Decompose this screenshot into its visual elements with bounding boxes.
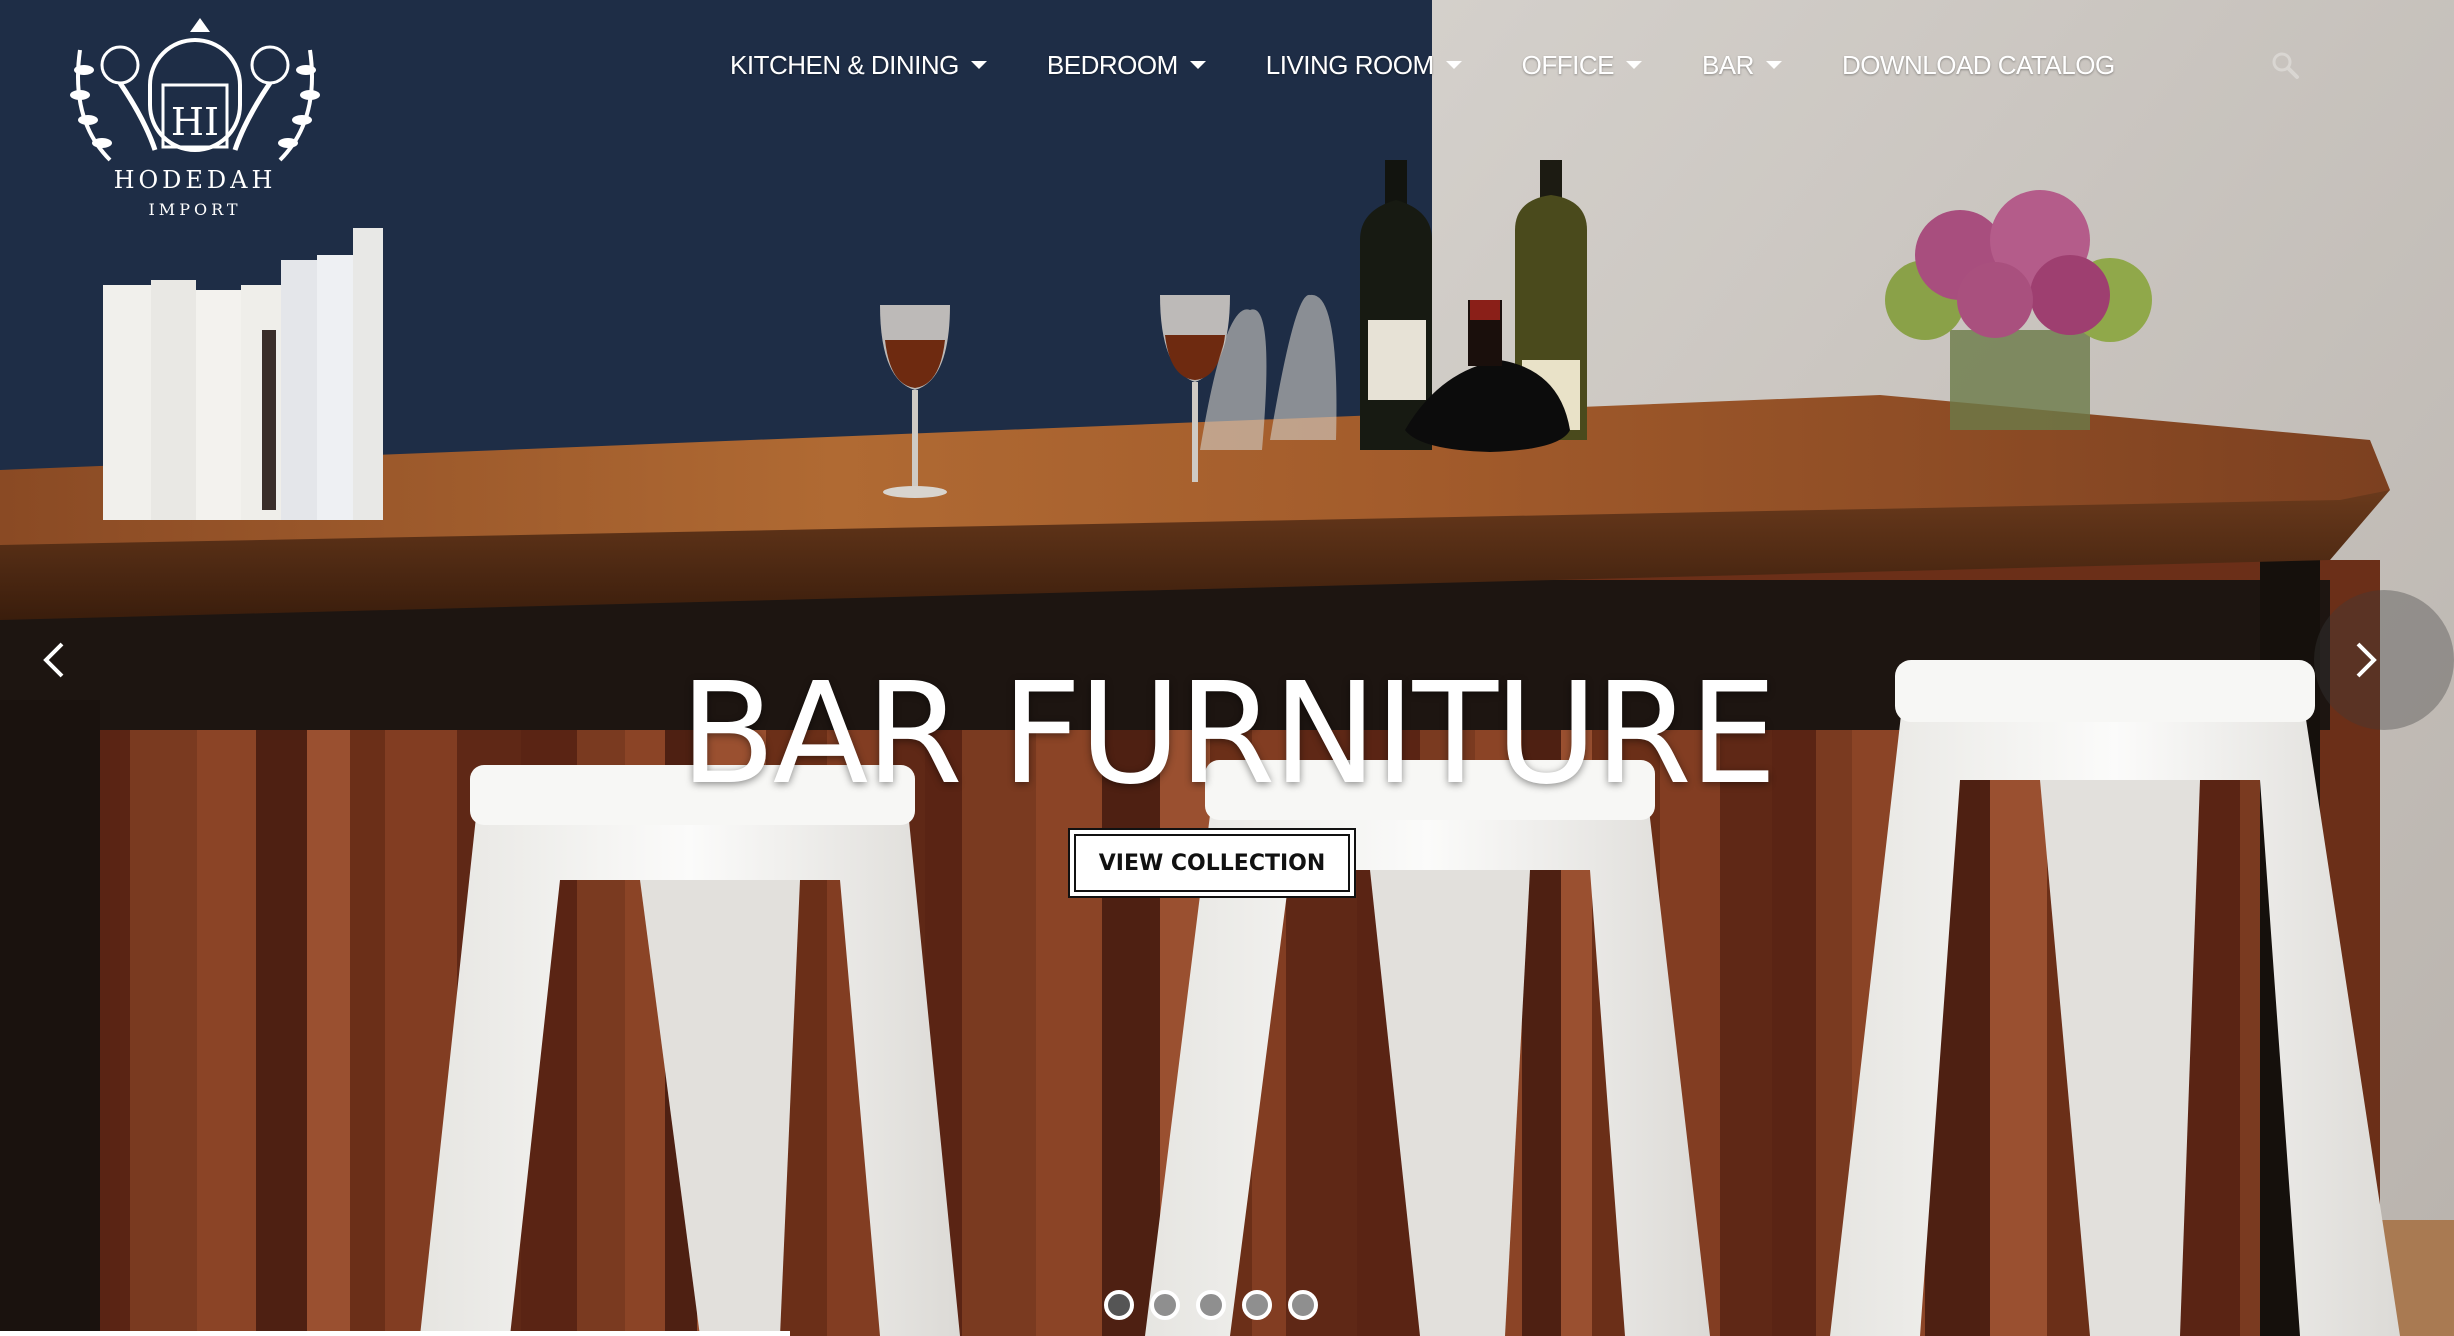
slide-dot-3[interactable] [1196,1290,1226,1320]
nav-item-living-room[interactable]: LIVING ROOM [1266,50,1462,81]
nav-item-bar[interactable]: BAR [1702,50,1782,81]
nav-item-label: OFFICE [1521,49,1615,80]
caret-down-icon [1189,61,1206,69]
nav-item-office[interactable]: OFFICE [1522,50,1642,81]
view-collection-label: VIEW COLLECTION [1098,850,1326,876]
nav-item-bedroom[interactable]: BEDROOM [1047,50,1206,81]
caret-down-icon [1625,61,1642,69]
slide-dot-2[interactable] [1150,1290,1180,1320]
svg-text:IMPORT: IMPORT [148,200,241,219]
caret-down-icon [1765,61,1782,69]
nav-item-label: BEDROOM [1046,49,1178,80]
nav-item-download-catalog[interactable]: DOWNLOAD CATALOG [1842,50,2115,81]
slide-dot-4[interactable] [1242,1290,1272,1320]
nav-item-label: DOWNLOAD CATALOG [1841,49,2115,80]
slide-dot-1[interactable] [1104,1290,1134,1320]
logo-crest-icon: HI HODEDAH IMPORT [70,18,320,219]
view-collection-button[interactable]: VIEW COLLECTION [1068,828,1356,898]
main-nav: KITCHEN & DINING BEDROOM LIVING ROOM OFFICE… [730,45,2175,85]
slider-pagination [1104,1290,1334,1320]
hero-banner: HI HODEDAH IMPORT KITCHEN & DINING BEDROO… [0,0,2454,1336]
hodedah-logo[interactable]: HI HODEDAH IMPORT [50,10,340,225]
slide-progress-bar [0,1331,790,1336]
svg-text:HI: HI [171,100,219,144]
nav-item-label: KITCHEN & DINING [730,49,959,80]
nav-item-kitchen-dining[interactable]: KITCHEN & DINING [730,50,987,81]
caret-down-icon [1445,61,1462,69]
caret-down-icon [970,61,987,69]
nav-item-label: BAR [1701,49,1754,80]
nav-item-label: LIVING ROOM [1265,49,1434,80]
slide-dot-5[interactable] [1288,1290,1318,1320]
search-icon[interactable] [2270,50,2300,80]
hero-title: BAR FURNITURE [679,653,1778,816]
svg-text:HODEDAH: HODEDAH [114,166,277,194]
